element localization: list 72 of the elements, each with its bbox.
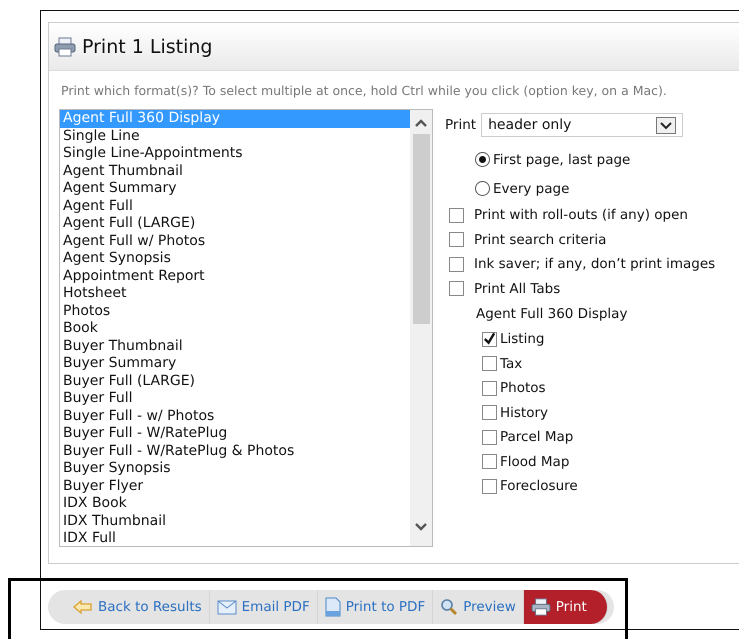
print-label: Print xyxy=(445,117,476,133)
format-option[interactable]: IDX Thumbnail xyxy=(60,512,410,530)
option-label: Ink saver; if any, don’t print images xyxy=(474,256,716,272)
checkbox[interactable] xyxy=(482,405,497,420)
checkbox[interactable] xyxy=(449,232,464,248)
format-option[interactable]: Single Line xyxy=(60,128,410,145)
format-option[interactable]: Appointment Report xyxy=(60,268,410,285)
email-pdf-button[interactable]: Email PDF xyxy=(210,590,318,624)
print-select[interactable]: header only xyxy=(481,113,684,137)
option-label: Print search criteria xyxy=(474,232,606,248)
print-button[interactable]: Print xyxy=(524,590,608,624)
option-label: Print with roll-outs (if any) open xyxy=(474,207,688,224)
document-icon xyxy=(324,597,341,617)
checkbox[interactable] xyxy=(482,332,497,347)
format-option[interactable]: IDX Full xyxy=(60,530,410,546)
section-label: Parcel Map xyxy=(500,429,574,446)
format-option[interactable]: Book xyxy=(60,320,410,338)
print-to-pdf-button[interactable]: Print to PDF xyxy=(318,590,434,624)
checkbox[interactable] xyxy=(482,380,497,396)
dialog-title: Print 1 Listing xyxy=(82,36,212,58)
section-label: Listing xyxy=(500,331,544,348)
format-option[interactable]: IDX Book xyxy=(60,495,410,512)
format-option[interactable]: Buyer Full - W/RatePlug xyxy=(60,425,410,442)
radio-button[interactable] xyxy=(475,152,490,167)
format-option[interactable]: Photos xyxy=(60,302,410,320)
format-option[interactable]: Agent Synopsis xyxy=(60,250,410,268)
page-option[interactable]: Every page xyxy=(445,174,716,203)
preview-button[interactable]: Preview xyxy=(433,590,524,624)
magnifier-icon xyxy=(440,598,458,616)
format-option[interactable]: Buyer Full xyxy=(60,390,410,408)
envelope-icon xyxy=(216,600,237,614)
format-option[interactable]: Agent Full xyxy=(60,198,410,215)
scroll-up-icon[interactable] xyxy=(414,118,428,128)
section-label: History xyxy=(500,404,548,421)
left-arrow-icon xyxy=(73,599,93,615)
format-option[interactable]: Agent Full (LARGE) xyxy=(60,215,410,232)
format-option[interactable]: Buyer Full - w/ Photos xyxy=(60,408,410,425)
format-option[interactable]: Agent Full w/ Photos xyxy=(60,232,410,250)
instructions: Print which format(s)? To select multiple at once, hold Ctrl while you click (option key, on a Mac). xyxy=(60,82,668,98)
scrollbar[interactable] xyxy=(410,110,432,546)
checkbox[interactable] xyxy=(482,478,497,494)
back-button[interactable]: Back to Results xyxy=(66,590,210,624)
format-option[interactable]: Agent Thumbnail xyxy=(60,162,410,180)
checkbox[interactable] xyxy=(449,256,464,272)
format-option[interactable]: Buyer Flyer xyxy=(60,478,410,495)
format-option[interactable]: Agent Summary xyxy=(60,180,410,198)
format-option[interactable]: Buyer Synopsis xyxy=(60,460,410,478)
checkbox[interactable] xyxy=(482,454,497,470)
checkbox[interactable] xyxy=(449,208,464,223)
format-option[interactable]: Single Line-Appointments xyxy=(60,145,410,162)
page-option[interactable]: First page, last page xyxy=(445,145,716,174)
dropdown-icon[interactable] xyxy=(656,116,676,134)
radio-button[interactable] xyxy=(475,181,490,196)
scrollbar-thumb[interactable] xyxy=(412,134,430,324)
checkbox[interactable] xyxy=(449,281,464,296)
section-label: Foreclosure xyxy=(500,478,578,494)
format-option[interactable]: Hotsheet xyxy=(60,285,410,302)
checkbox[interactable] xyxy=(482,356,497,372)
scroll-down-icon[interactable] xyxy=(414,522,428,532)
checkbox[interactable] xyxy=(482,430,497,445)
section-label: Flood Map xyxy=(500,454,570,470)
section-label: Tax xyxy=(500,356,522,372)
printer-icon xyxy=(54,36,76,56)
section-title: Agent Full 360 Display xyxy=(475,305,628,324)
format-listbox[interactable] xyxy=(59,109,433,547)
format-option[interactable]: Buyer Summary xyxy=(60,355,410,372)
format-option[interactable]: Buyer Full (LARGE) xyxy=(60,372,410,390)
format-option[interactable]: Buyer Thumbnail xyxy=(60,338,410,355)
option-label: Print All Tabs xyxy=(474,280,560,297)
section-label: Photos xyxy=(500,380,546,396)
printer-icon xyxy=(530,598,551,616)
format-option[interactable]: Buyer Full - W/RatePlug & Photos xyxy=(60,442,410,460)
